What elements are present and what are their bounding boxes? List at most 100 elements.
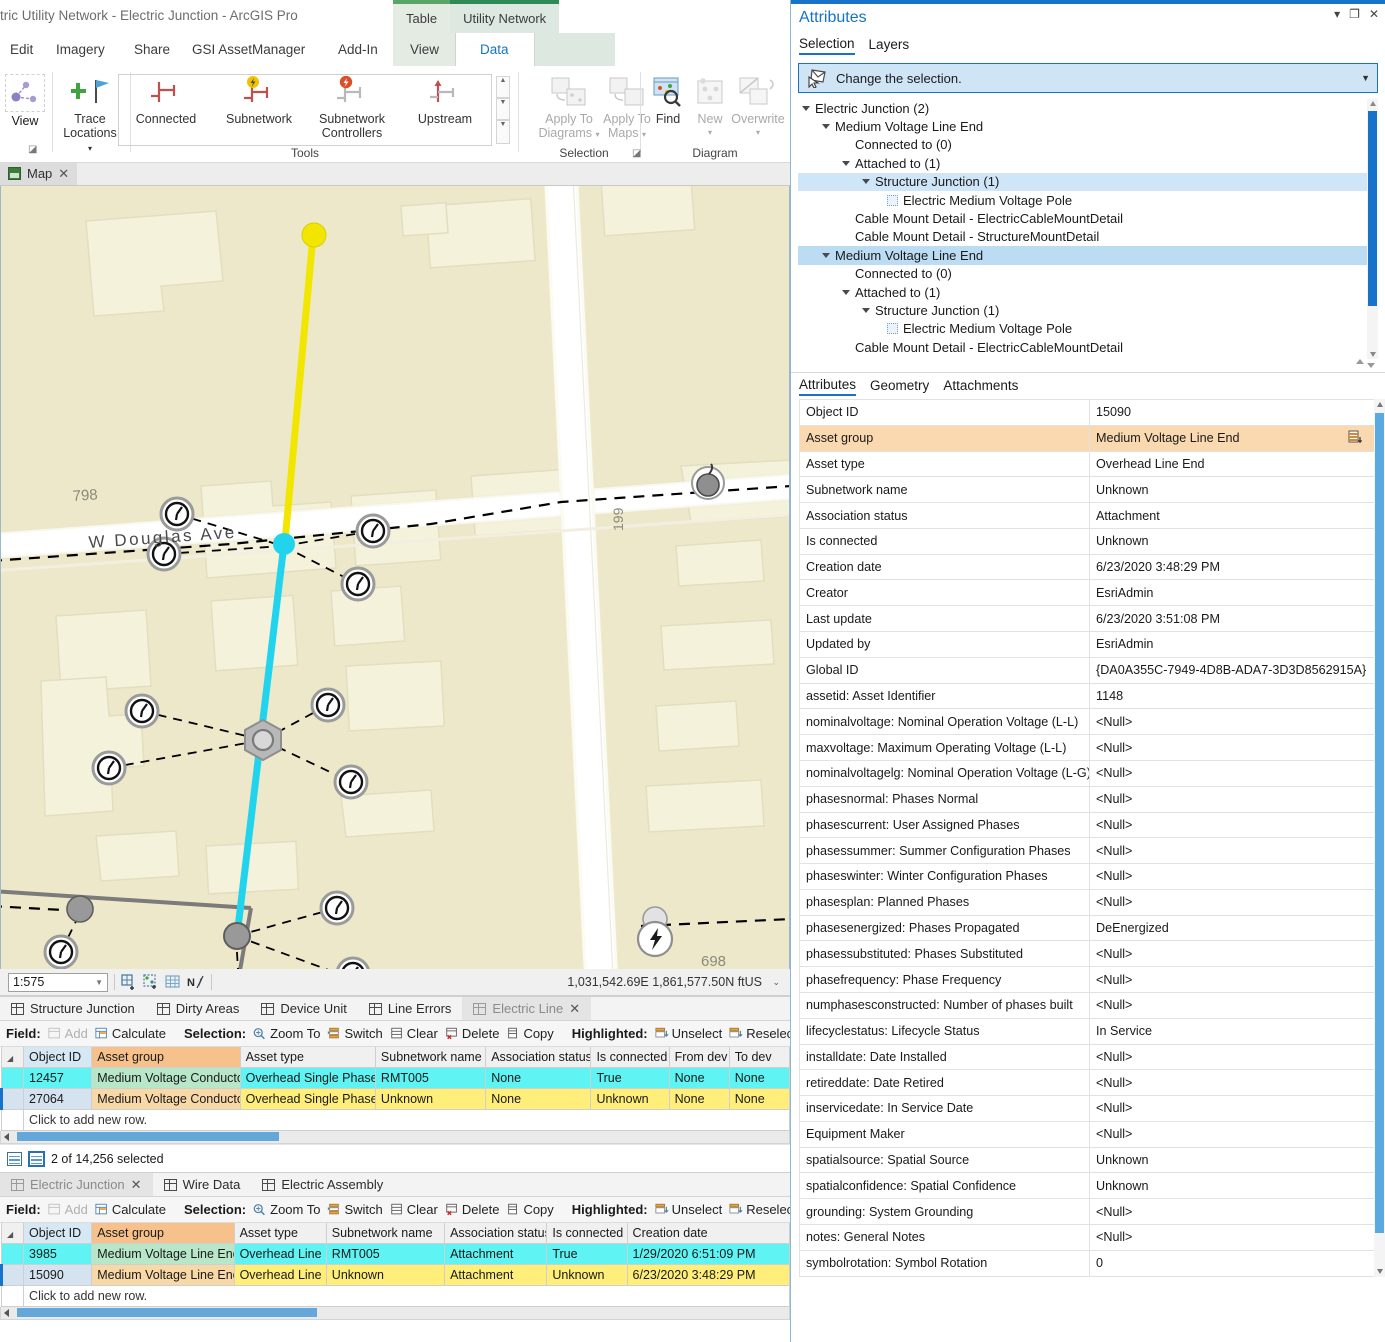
add-new-row[interactable]: Click to add new row. bbox=[0, 1285, 790, 1307]
tree-node[interactable]: Connected to (0) bbox=[798, 136, 1378, 154]
attribute-value[interactable]: 6/23/2020 3:51:08 PM bbox=[1089, 605, 1377, 633]
attribute-value[interactable]: <Null> bbox=[1089, 811, 1377, 839]
attribute-value[interactable]: <Null> bbox=[1089, 1095, 1377, 1122]
tree-node[interactable]: Attached to (1) bbox=[798, 283, 1378, 301]
cell-is-connected[interactable]: True bbox=[546, 1243, 628, 1265]
scroll-thumb[interactable] bbox=[1375, 413, 1384, 1233]
chevron-down-icon[interactable]: ▾ bbox=[88, 144, 92, 153]
attribute-row[interactable]: Asset type Overhead Line End bbox=[799, 450, 1377, 478]
attribute-row[interactable]: phasessummer: Summer Configuration Phase… bbox=[799, 837, 1377, 865]
cell-object-id[interactable]: 3985 bbox=[23, 1243, 93, 1265]
attribute-row[interactable]: notes: General Notes <Null> bbox=[799, 1224, 1377, 1251]
attribute-row[interactable]: Object ID 15090 bbox=[799, 399, 1377, 426]
attribute-row[interactable]: phasefrequency: Phase Frequency <Null> bbox=[799, 966, 1377, 993]
tree-node[interactable]: Cable Mount Detail - ElectricCableMountD… bbox=[798, 338, 1378, 356]
attribute-row[interactable]: phasesplan: Planned Phases <Null> bbox=[799, 888, 1377, 916]
cell-from-device[interactable]: None bbox=[668, 1067, 730, 1089]
delete-selection-button[interactable]: Delete bbox=[445, 1026, 499, 1041]
cell-subnetwork-name[interactable]: Unknown bbox=[325, 1264, 446, 1286]
column-from-device[interactable]: From dev bbox=[668, 1047, 730, 1068]
table-tab-electric-assembly[interactable]: Electric Assembly bbox=[251, 1173, 394, 1196]
expand-arrow-icon[interactable] bbox=[802, 105, 810, 111]
cell-association-status[interactable]: None bbox=[485, 1067, 592, 1089]
attribute-value[interactable]: EsriAdmin bbox=[1089, 579, 1377, 607]
attribute-row-highlighted[interactable]: Asset group Medium Voltage Line End bbox=[799, 424, 1377, 452]
attribute-value[interactable]: <Null> bbox=[1089, 837, 1377, 865]
attribute-row[interactable]: grounding: System Grounding <Null> bbox=[799, 1198, 1377, 1225]
expand-arrow-icon[interactable] bbox=[822, 124, 830, 130]
row-handle[interactable] bbox=[0, 1067, 25, 1089]
table-tab-electric-junction[interactable]: Electric Junction ✕ bbox=[0, 1173, 153, 1196]
reselect-button[interactable]: Reselect bbox=[729, 1026, 790, 1041]
detail-tab-attributes[interactable]: Attributes bbox=[799, 377, 857, 396]
cell-object-id[interactable]: 12457 bbox=[23, 1067, 93, 1089]
attribute-value[interactable]: <Null> bbox=[1089, 1198, 1377, 1225]
chevron-down-icon[interactable]: ▼ bbox=[1361, 73, 1370, 83]
attribute-row[interactable]: nominalvoltagelg: Nominal Operation Volt… bbox=[799, 759, 1377, 787]
attribute-row[interactable]: symbolrotation: Symbol Rotation 0 bbox=[799, 1249, 1377, 1277]
calculate-button[interactable]: Calculate bbox=[95, 1202, 166, 1217]
cell-asset-type[interactable]: Overhead Line End bbox=[233, 1264, 327, 1286]
attribute-value[interactable]: 0 bbox=[1089, 1249, 1377, 1277]
attribute-row[interactable]: phasesnormal: Phases Normal <Null> bbox=[799, 785, 1377, 813]
cell-asset-group[interactable]: Medium Voltage Line End bbox=[91, 1264, 235, 1286]
row-handle-current[interactable] bbox=[0, 1264, 25, 1286]
gallery-scroll-down-button[interactable]: ▼ bbox=[496, 98, 510, 120]
row-handle-current[interactable] bbox=[0, 1088, 25, 1110]
attribute-value[interactable]: DeEnergized bbox=[1089, 914, 1377, 942]
attribute-row[interactable]: Updated by EsriAdmin bbox=[799, 631, 1377, 658]
attribute-row[interactable]: lifecyclestatus: Lifecycle Status In Serv… bbox=[799, 1017, 1377, 1045]
row-handle[interactable] bbox=[0, 1243, 25, 1265]
table-tab-wire-data[interactable]: Wire Data bbox=[153, 1173, 252, 1196]
table-tab-structure-junction[interactable]: Structure Junction bbox=[0, 997, 146, 1020]
maximize-icon[interactable]: ❐ bbox=[1349, 7, 1360, 21]
cell-asset-group[interactable]: Medium Voltage Line End bbox=[91, 1243, 235, 1265]
scroll-thumb[interactable] bbox=[17, 1308, 317, 1317]
zoom-to-button[interactable]: Zoom To bbox=[253, 1202, 320, 1217]
electric-junction-grid[interactable]: ◢ Object ID Asset group Asset type Subne… bbox=[0, 1223, 791, 1307]
grid-icon[interactable] bbox=[165, 974, 181, 990]
scroll-up-small-icon[interactable] bbox=[1356, 359, 1364, 364]
electric-line-hscrollbar[interactable] bbox=[0, 1131, 790, 1144]
select-features-icon[interactable] bbox=[143, 974, 159, 990]
attribute-row[interactable]: nominalvoltage: Nominal Operation Voltag… bbox=[799, 708, 1377, 736]
cell-subnetwork-name[interactable]: Unknown bbox=[374, 1088, 487, 1110]
subnetwork-trace-button[interactable]: Subnetwork bbox=[216, 72, 302, 126]
scroll-left-icon[interactable] bbox=[4, 1133, 9, 1141]
tree-node-selected[interactable]: Structure Junction (1) bbox=[798, 172, 1378, 191]
scroll-thumb[interactable] bbox=[1368, 111, 1377, 306]
table-view-toggle[interactable] bbox=[28, 1150, 45, 1167]
attribute-row[interactable]: Equipment Maker <Null> bbox=[799, 1120, 1377, 1148]
domain-picker-icon[interactable] bbox=[1348, 430, 1363, 447]
detail-tab-geometry[interactable]: Geometry bbox=[870, 378, 929, 395]
contextual-tab-table[interactable]: Table bbox=[393, 0, 451, 33]
table-tab-dirty-areas[interactable]: Dirty Areas bbox=[146, 997, 251, 1020]
tab-share[interactable]: Share bbox=[124, 33, 180, 66]
switch-selection-button[interactable]: Switch bbox=[327, 1202, 383, 1217]
attribute-value[interactable]: <Null> bbox=[1089, 734, 1377, 761]
tab-view[interactable]: View bbox=[400, 33, 449, 66]
group-dialog-launcher-tools[interactable]: ◪ bbox=[28, 144, 37, 155]
add-new-row[interactable]: Click to add new row. bbox=[0, 1109, 790, 1131]
tab-imagery[interactable]: Imagery bbox=[46, 33, 115, 66]
scroll-up-icon[interactable] bbox=[1369, 101, 1376, 106]
attribute-row[interactable]: installdate: Date Installed <Null> bbox=[799, 1043, 1377, 1071]
cell-asset-group[interactable]: Medium Voltage Conductor bbox=[91, 1067, 241, 1089]
tree-node[interactable]: Electric Junction (2) bbox=[798, 99, 1378, 117]
attribute-row[interactable]: phasessubstituted: Phases Substituted <Nu… bbox=[799, 940, 1377, 968]
close-icon[interactable]: ✕ bbox=[569, 1001, 580, 1017]
attribute-value[interactable]: {DA0A355C-7949-4D8B-ADA7-3D3D8562915A} bbox=[1089, 656, 1377, 684]
column-to-device[interactable]: To dev bbox=[728, 1047, 791, 1068]
attribute-value[interactable]: <Null> bbox=[1089, 991, 1377, 1019]
attribute-row[interactable]: phasescurrent: User Assigned Phases <Null… bbox=[799, 811, 1377, 839]
selection-tree[interactable]: Electric Junction (2) Medium Voltage Lin… bbox=[798, 99, 1378, 359]
unselect-button[interactable]: Unselect bbox=[655, 1026, 722, 1041]
cell-creation-date[interactable]: 1/29/2020 6:51:09 PM bbox=[626, 1243, 791, 1265]
expand-arrow-icon[interactable] bbox=[862, 179, 870, 185]
cell-is-connected[interactable]: Unknown bbox=[546, 1264, 628, 1286]
close-icon[interactable]: ✕ bbox=[58, 166, 69, 182]
pane-tab-layers[interactable]: Layers bbox=[869, 37, 910, 54]
zoom-to-button[interactable]: Zoom To bbox=[253, 1026, 320, 1041]
clear-selection-button[interactable]: Clear bbox=[390, 1026, 438, 1041]
attribute-value[interactable]: Unknown bbox=[1089, 527, 1377, 555]
